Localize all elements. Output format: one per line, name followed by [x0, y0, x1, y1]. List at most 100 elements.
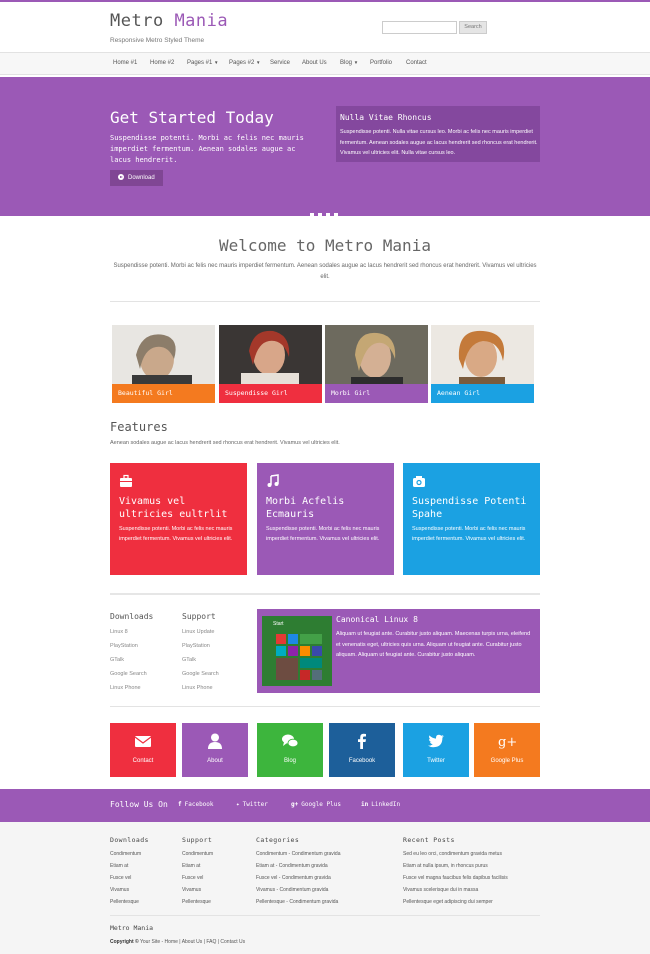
portrait-image — [219, 325, 322, 384]
gallery-item[interactable]: Suspendisse Girl — [219, 325, 322, 403]
follow-linkedin-link[interactable]: in LinkedIn — [361, 801, 400, 808]
google-plus-tile[interactable]: g+ Google Plus — [474, 723, 540, 777]
tile-label: Facebook — [348, 758, 376, 764]
follow-facebook-link[interactable]: f Facebook — [178, 801, 214, 808]
hero-slider: Get Started Today Suspendisse potenti. M… — [0, 77, 650, 217]
footer-column-title: Categories — [256, 836, 300, 844]
downloads-link[interactable]: Google Search — [110, 671, 147, 677]
tile-label: Google Plus — [490, 758, 524, 764]
nav-item-home-1[interactable]: Home #1 — [113, 60, 137, 66]
portrait-photo — [219, 325, 322, 384]
nav-item-home-2[interactable]: Home #2 — [150, 60, 174, 66]
footer-link[interactable]: Sed eu leo orci, condimentum gravida met… — [403, 851, 502, 857]
google-plus-icon: g+ — [291, 801, 299, 808]
blog-tile[interactable]: Blog — [257, 723, 323, 777]
footer-link[interactable]: Etiam at nulla ipsum, in rhoncus purus — [403, 863, 488, 869]
hero-box-text: Suspendisse potenti. Nulla vitae cursus … — [340, 129, 538, 156]
nav-item-service[interactable]: Service — [270, 60, 290, 66]
briefcase-icon — [120, 474, 132, 487]
slider-dot[interactable] — [310, 213, 314, 217]
twitter-tile[interactable]: Twitter — [403, 723, 469, 777]
google-plus-icon: g+ — [498, 735, 516, 750]
play-circle-icon — [118, 174, 124, 180]
footer-link[interactable]: Etiam at - Condimentum gravida — [256, 863, 328, 869]
follow-us-bar: Follow Us On f Facebook ✦ Twitter g+ Google… — [0, 789, 650, 822]
hero-info-box: Nulla Vitae Rhoncus Suspendisse potenti.… — [336, 106, 540, 162]
footer-link[interactable]: Pellentesque — [110, 899, 139, 905]
footer-link[interactable]: Condimentum — [182, 851, 213, 857]
gallery-item[interactable]: Morbi Girl — [325, 325, 428, 403]
about-tile[interactable]: About — [182, 723, 248, 777]
camera-icon — [413, 476, 425, 487]
slider-dot[interactable] — [318, 213, 322, 217]
footer-link[interactable]: Fusce vel — [110, 875, 131, 881]
search-input[interactable] — [382, 21, 457, 34]
footer-link[interactable]: Condimentum — [110, 851, 141, 857]
twitter-icon — [428, 734, 444, 748]
download-button[interactable]: Download — [110, 170, 163, 186]
downloads-link[interactable]: Linux 8 — [110, 629, 128, 635]
footer-link[interactable]: Vivamus — [110, 887, 129, 893]
footer-link[interactable]: Vivamus — [182, 887, 201, 893]
footer-link[interactable]: Pellentesque eget adipiscing dui semper — [403, 899, 493, 905]
support-link[interactable]: Linux Phone — [182, 685, 213, 691]
linux-text: Aliquam ut feugiat ante. Curabitur justo… — [336, 631, 531, 658]
divider — [110, 593, 540, 595]
footer-link[interactable]: Pellentesque - Condimentum gravida — [256, 899, 338, 905]
hero-title: Get Started Today — [110, 108, 274, 127]
site-logo[interactable]: Metro Mania — [110, 11, 228, 31]
downloads-link[interactable]: PlayStation — [110, 643, 138, 649]
footer-link[interactable]: Etiam at — [110, 863, 128, 869]
facebook-tile[interactable]: Facebook — [329, 723, 395, 777]
copyright-prefix: Copyright © — [110, 939, 139, 945]
feature-card[interactable]: Vivamus vel ultricies eultrlit Suspendis… — [110, 463, 247, 575]
site-tagline: Responsive Metro Styled Theme — [110, 37, 205, 44]
slider-dot[interactable] — [334, 213, 338, 217]
nav-item-contact[interactable]: Contact — [406, 60, 427, 66]
gallery-caption: Aenean Girl — [431, 384, 534, 403]
download-button-label: Download — [128, 175, 155, 181]
copyright-links[interactable]: Your Site - Home | About Us | FAQ | Cont… — [140, 939, 245, 945]
downloads-link[interactable]: Linux Phone — [110, 685, 141, 691]
footer-link[interactable]: Fusce vel - Condimentum gravida — [256, 875, 331, 881]
feature-card[interactable]: Suspendisse Potenti Spahe Suspendisse po… — [403, 463, 540, 575]
search-button[interactable]: Search — [459, 21, 487, 34]
support-link[interactable]: Google Search — [182, 671, 219, 677]
main-navigation: Home #1 Home #2 Pages #1 ▼ Pages #2 ▼ Se… — [0, 52, 650, 75]
chat-icon — [282, 734, 299, 748]
footer-link[interactable]: Condimentum - Condimentum gravida — [256, 851, 340, 857]
feature-title: Vivamus vel ultricies eultrlit — [119, 496, 228, 520]
follow-link-label: Facebook — [184, 801, 214, 808]
chevron-down-icon: ▼ — [353, 60, 359, 65]
feature-card[interactable]: Morbi Acfelis Ecmauris Suspendisse poten… — [257, 463, 394, 575]
portrait-photo — [112, 325, 215, 384]
footer-link[interactable]: Vivamus - Condimentum gravida — [256, 887, 328, 893]
follow-google-plus-link[interactable]: g+ Google Plus — [291, 801, 341, 808]
facebook-icon — [358, 733, 366, 749]
gallery-item[interactable]: Beautiful Girl — [112, 325, 215, 403]
welcome-text: Suspendisse potenti. Morbi ac felis nec … — [113, 263, 537, 280]
nav-item-pages-1[interactable]: Pages #1 ▼ — [187, 60, 219, 66]
support-link[interactable]: Linux Update — [182, 629, 214, 635]
footer-column-title: Support — [182, 836, 213, 844]
contact-tile[interactable]: Contact — [110, 723, 176, 777]
footer-link[interactable]: Pellentesque — [182, 899, 211, 905]
logo-text-accent: Mania — [174, 11, 229, 31]
nav-item-portfolio[interactable]: Portfolio — [370, 60, 392, 66]
footer-link[interactable]: Fusce vel — [182, 875, 203, 881]
support-link[interactable]: GTalk — [182, 657, 196, 663]
footer-link[interactable]: Vivamus scelerisque dui in massa — [403, 887, 478, 893]
slider-dot[interactable] — [326, 213, 330, 217]
svg-text:g+: g+ — [498, 735, 516, 750]
footer-link[interactable]: Fusce vel magna faucibus felis dapibus f… — [403, 875, 508, 881]
linux-screenshot: Start — [262, 616, 332, 686]
nav-item-blog[interactable]: Blog ▼ — [340, 60, 358, 66]
support-link[interactable]: PlayStation — [182, 643, 210, 649]
gallery-item[interactable]: Aenean Girl — [431, 325, 534, 403]
follow-twitter-link[interactable]: ✦ Twitter — [236, 801, 268, 808]
nav-item-pages-2[interactable]: Pages #2 ▼ — [229, 60, 261, 66]
nav-item-about-us[interactable]: About Us — [302, 60, 327, 66]
footer-link[interactable]: Etiam at — [182, 863, 200, 869]
downloads-link[interactable]: GTalk — [110, 657, 124, 663]
nav-item-label: Blog — [340, 60, 353, 66]
